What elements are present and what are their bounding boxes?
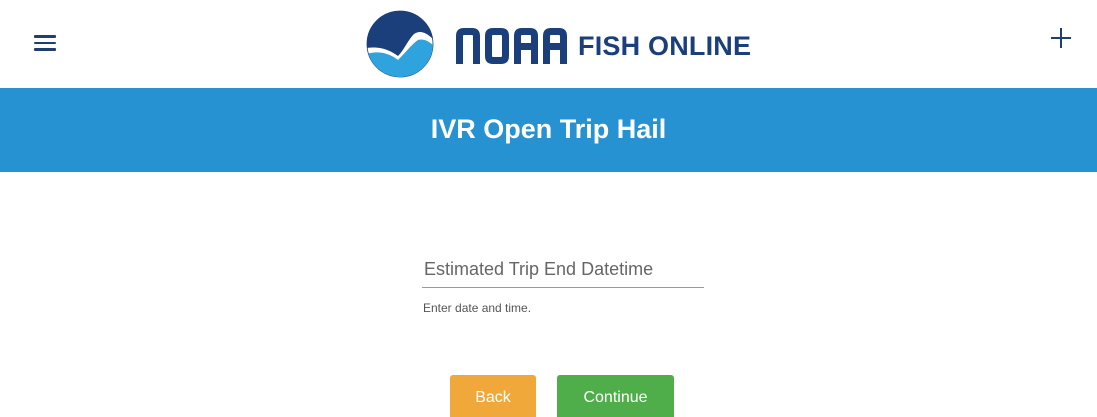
- plus-icon[interactable]: [1048, 25, 1074, 51]
- hamburger-menu-icon[interactable]: [34, 34, 56, 52]
- top-bar: FISH ONLINE: [0, 0, 1097, 88]
- trip-end-datetime-input[interactable]: [422, 252, 704, 288]
- noaa-emblem-icon: [366, 10, 434, 78]
- trip-end-datetime-field: Enter date and time.: [422, 252, 704, 315]
- field-hint: Enter date and time.: [423, 301, 532, 315]
- back-button[interactable]: Back: [450, 375, 536, 417]
- page-title: IVR Open Trip Hail: [430, 114, 667, 144]
- page: FISH ONLINE IVR Open Trip Hail Enter dat…: [0, 0, 1097, 417]
- continue-button[interactable]: Continue: [557, 375, 674, 417]
- noaa-wordmark-logo: [456, 28, 567, 64]
- page-title-banner: IVR Open Trip Hail: [0, 88, 1097, 172]
- fish-online-logo-text: FISH ONLINE: [578, 31, 752, 61]
